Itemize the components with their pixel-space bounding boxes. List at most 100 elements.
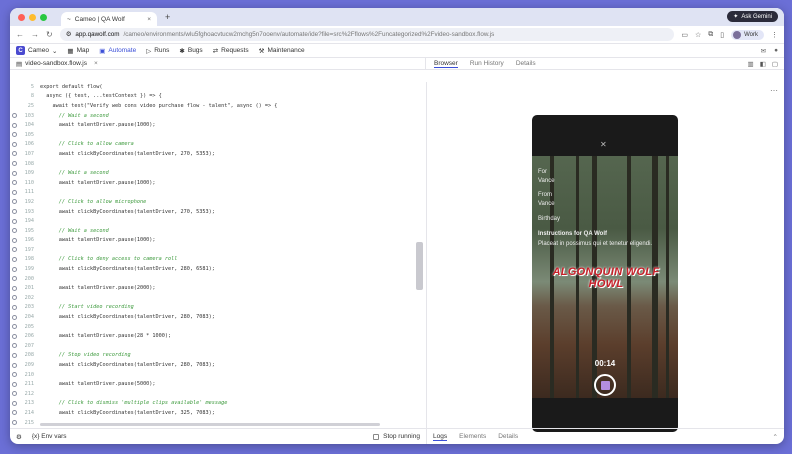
minimize-window-button[interactable] [29,13,36,21]
code-line[interactable]: 210 [10,370,426,380]
code-line[interactable]: 208 // Stop video recording [10,351,426,361]
code-line[interactable]: 106 // Click to allow camera [10,140,426,150]
line-status-gutter[interactable] [10,209,18,215]
line-status-gutter[interactable] [10,132,18,138]
forward-arrow-icon[interactable]: → [31,30,39,39]
run-line-circle-icon[interactable] [11,247,17,253]
tab-run-history[interactable]: Run History [470,60,504,67]
code-line[interactable]: 199 await clickByCoordinates(talentDrive… [10,264,426,274]
run-line-circle-icon[interactable] [11,189,17,195]
tab-footer-details[interactable]: Details [498,433,518,440]
line-status-gutter[interactable] [10,420,18,426]
code-line[interactable]: 214 await clickByCoordinates(talentDrive… [10,408,426,418]
line-status-gutter[interactable] [10,381,18,387]
nav-map[interactable]: ▦ Map [67,47,89,55]
run-line-circle-icon[interactable] [11,285,17,291]
nav-maintenance[interactable]: ⚒ Maintenance [259,47,305,55]
run-line-circle-icon[interactable] [11,381,17,387]
run-line-circle-icon[interactable] [11,218,17,224]
code-line[interactable]: 193 await clickByCoordinates(talentDrive… [10,207,426,217]
run-line-circle-icon[interactable] [11,410,17,416]
new-tab-button[interactable]: + [165,12,170,22]
line-status-gutter[interactable] [10,352,18,358]
run-line-circle-icon[interactable] [11,237,17,243]
code-line[interactable]: 25 await test("Verify web cons video pur… [10,101,426,111]
run-line-circle-icon[interactable] [11,420,17,426]
line-status-gutter[interactable] [10,304,18,310]
muted-speaker-icon[interactable]: ✕ [600,140,607,149]
line-status-gutter[interactable] [10,324,18,330]
line-status-gutter[interactable] [10,228,18,234]
code-editor[interactable]: 5 export default flow(8 async ({ test, ..… [10,82,426,428]
tab-details[interactable]: Details [516,60,536,67]
device-preview[interactable]: ✕ For Vance From Vance Birthday Instruct… [532,115,678,432]
code-line[interactable]: 198 // Click to deny access to camera ro… [10,255,426,265]
line-status-gutter[interactable] [10,170,18,176]
run-line-circle-icon[interactable] [11,161,17,167]
line-status-gutter[interactable] [10,141,18,147]
code-line[interactable]: 205 [10,322,426,332]
code-line[interactable]: 211 await talentDriver.pause(5000); [10,379,426,389]
nav-requests[interactable]: ⇄ Requests [213,47,249,55]
run-line-circle-icon[interactable] [11,295,17,301]
run-line-circle-icon[interactable] [11,400,17,406]
line-status-gutter[interactable] [10,218,18,224]
tab-logs[interactable]: Logs [433,433,448,441]
code-line[interactable]: 196 await talentDriver.pause(1000); [10,236,426,246]
chevron-up-icon[interactable]: ⌃ [773,433,778,441]
run-line-circle-icon[interactable] [11,132,17,138]
nav-runs[interactable]: ▷ Runs [146,47,169,55]
line-status-gutter[interactable] [10,333,18,339]
tab-browser[interactable]: Browser [434,60,458,68]
run-line-circle-icon[interactable] [11,209,17,215]
file-tab[interactable]: ▤ video-sandbox.flow.js × [10,57,426,70]
stop-running-checkbox[interactable] [373,433,380,440]
code-line[interactable]: 202 [10,293,426,303]
line-status-gutter[interactable] [10,276,18,282]
code-line[interactable]: 200 [10,274,426,284]
run-line-circle-icon[interactable] [11,122,17,128]
run-line-circle-icon[interactable] [11,343,17,349]
site-info-icon[interactable]: ⚙ [66,31,72,38]
editor-scrollbar[interactable] [416,242,423,290]
project-switcher[interactable]: C Cameo ⌄ [16,46,57,55]
code-line[interactable]: 8 async ({ test, ...testContext }) => { [10,92,426,102]
code-line[interactable]: 107 await clickByCoordinates(talentDrive… [10,149,426,159]
run-line-circle-icon[interactable] [11,304,17,310]
code-line[interactable]: 104 await talentDriver.pause(1000); [10,120,426,130]
line-status-gutter[interactable] [10,247,18,253]
profile-button[interactable]: Work [731,29,764,40]
code-line[interactable]: 204 await clickByCoordinates(talentDrive… [10,312,426,322]
code-line[interactable]: 212 [10,389,426,399]
run-line-circle-icon[interactable] [11,314,17,320]
line-status-gutter[interactable] [10,161,18,167]
line-status-gutter[interactable] [10,285,18,291]
code-line[interactable]: 201 await talentDriver.pause(2000); [10,283,426,293]
preview-menu-icon[interactable]: ⋯ [770,86,778,95]
line-status-gutter[interactable] [10,400,18,406]
line-status-gutter[interactable] [10,237,18,243]
line-status-gutter[interactable] [10,122,18,128]
run-line-circle-icon[interactable] [11,276,17,282]
file-close-icon[interactable]: × [94,60,98,67]
line-status-gutter[interactable] [10,295,18,301]
code-line[interactable]: 109 // Wait a second [10,168,426,178]
nav-automate[interactable]: ▣ Automate [99,47,136,55]
run-line-circle-icon[interactable] [11,352,17,358]
code-line[interactable]: 195 // Wait a second [10,226,426,236]
tab-elements[interactable]: Elements [459,433,486,440]
stop-recording-button[interactable] [594,374,616,396]
layout-split-icon[interactable]: ▥ [748,60,754,68]
run-line-circle-icon[interactable] [11,113,17,119]
url-field[interactable]: ⚙ app.qawolf.com/cameo/environments/wlu5… [59,28,675,41]
nav-bugs[interactable]: ✱ Bugs [179,47,202,55]
code-line[interactable]: 206 await talentDriver.pause(28 * 1000); [10,331,426,341]
line-status-gutter[interactable] [10,189,18,195]
code-line[interactable]: 105 [10,130,426,140]
line-status-gutter[interactable] [10,391,18,397]
run-line-circle-icon[interactable] [11,228,17,234]
reload-icon[interactable]: ↻ [46,30,53,39]
line-status-gutter[interactable] [10,314,18,320]
code-line[interactable]: 207 [10,341,426,351]
code-line[interactable]: 108 [10,159,426,169]
